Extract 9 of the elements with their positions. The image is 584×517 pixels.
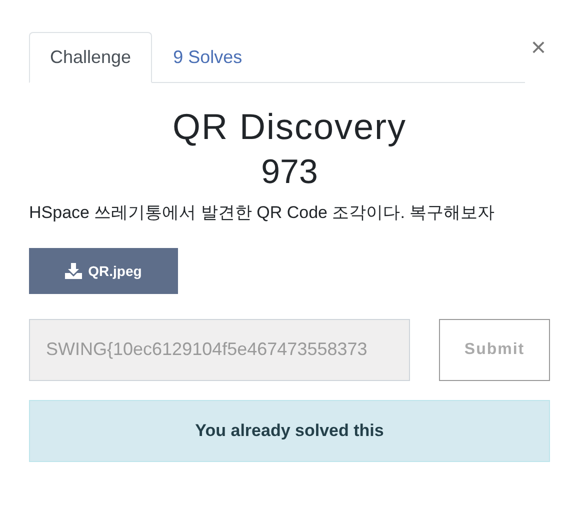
download-icon bbox=[65, 262, 82, 279]
close-button[interactable]: × bbox=[526, 34, 550, 60]
tab[interactable]: 9 Solves bbox=[152, 32, 264, 83]
download-button[interactable]: QR.jpeg bbox=[29, 248, 178, 294]
challenge-title: QR Discovery bbox=[171, 105, 408, 148]
challenge-description: HSpace 쓰레기통에서 발견한 QR Code 조각이다. 복구해보자 bbox=[29, 202, 496, 224]
solved-alert: You already solved this bbox=[29, 400, 550, 462]
challenge-points: 973 bbox=[260, 152, 319, 193]
tab[interactable]: Challenge bbox=[29, 32, 152, 83]
